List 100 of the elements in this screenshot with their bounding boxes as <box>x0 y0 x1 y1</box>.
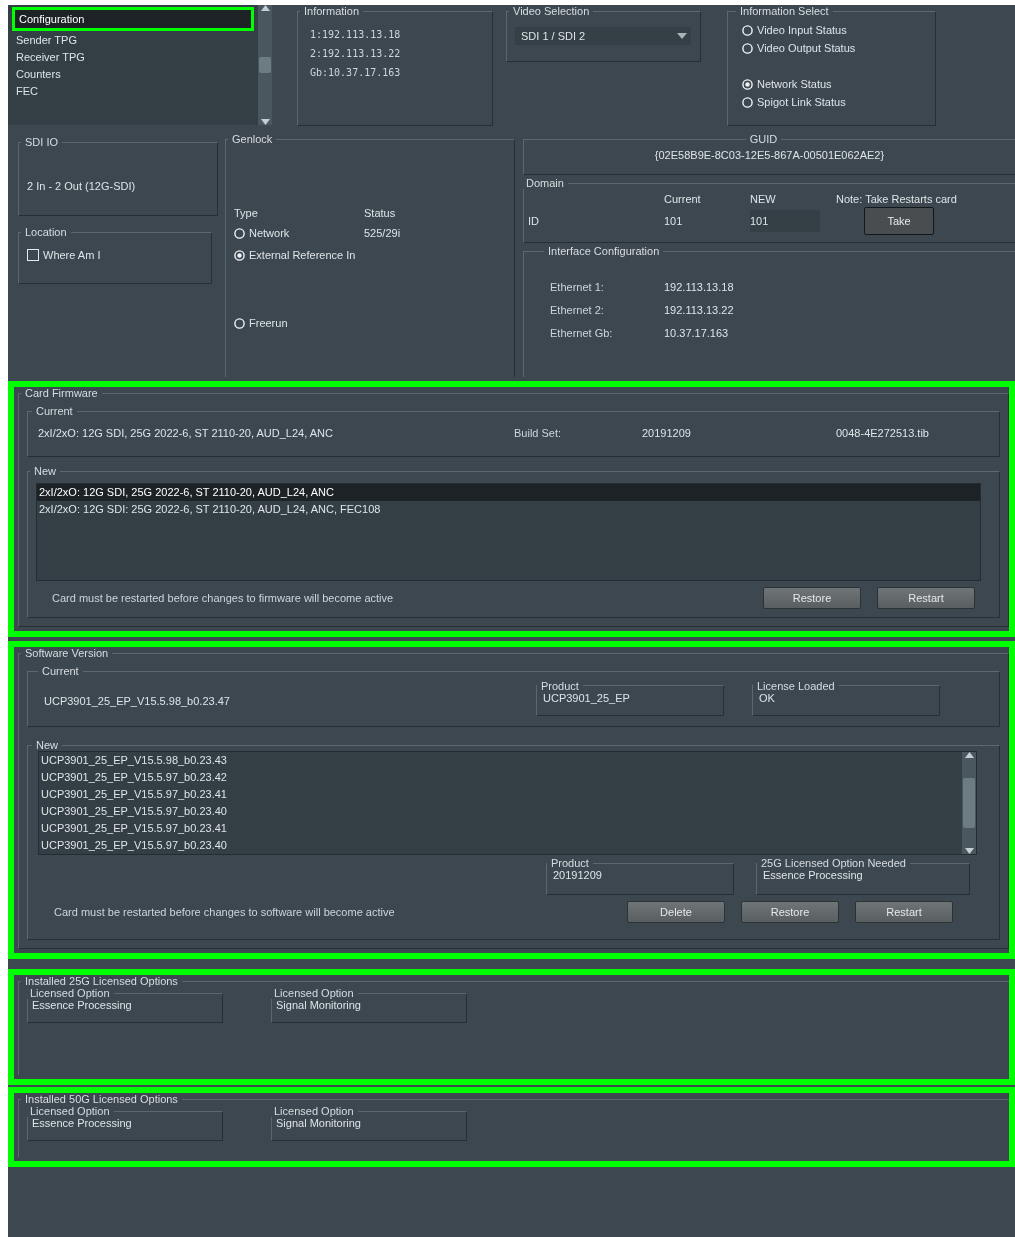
firmware-option[interactable]: 2xI/2xO: 12G SDI, 25G 2022-6, ST 2110-20, AUD_L24, ANC <box>37 484 980 501</box>
option-value: Essence Processing <box>763 869 863 881</box>
radio-label: External Reference In <box>249 249 356 261</box>
licensed-option-value: Signal Monitoring <box>276 1117 361 1129</box>
radio-button[interactable] <box>234 249 245 261</box>
software-option[interactable]: UCP3901_25_EP_V15.5.98_b0.23.43 <box>39 752 962 769</box>
nav-item[interactable]: Receiver TPG <box>12 50 254 67</box>
license-value: OK <box>759 691 775 704</box>
info-line: 1:192.113.13.18 <box>310 29 402 40</box>
section-title: Card Firmware <box>24 387 99 399</box>
build-set-label: Build Set: <box>514 427 563 439</box>
checkbox-label: Where Am I <box>43 249 101 261</box>
action-button[interactable]: Restart <box>877 587 975 609</box>
radio-button[interactable] <box>742 42 753 54</box>
panel-title: Domain <box>525 177 565 189</box>
radio-button[interactable] <box>742 78 753 90</box>
software-current-version: UCP3901_25_EP_V15.5.98_b0.23.47 <box>44 694 231 707</box>
field-title: Licensed Option <box>29 1105 111 1117</box>
nav-item[interactable]: Configuration <box>12 7 254 31</box>
take-button[interactable]: Take <box>864 207 934 235</box>
current-id: 101 <box>664 215 684 227</box>
nav-item[interactable]: Counters <box>12 67 254 84</box>
column-header: Current <box>664 193 702 205</box>
field-title: 25G Licensed Option Needed <box>760 857 907 869</box>
firmware-description: 2xI/2xO: 12G SDI, 25G 2022-6, ST 2110-20, AUD_L24, ANC <box>38 427 334 439</box>
nav-item[interactable]: FEC <box>12 84 254 101</box>
software-option[interactable]: UCP3901_25_EP_V15.5.97_b0.23.41 <box>39 820 962 837</box>
scroll-down-icon[interactable] <box>260 119 270 125</box>
field-title: Licensed Option <box>273 987 355 999</box>
field-title: Licensed Option <box>273 1105 355 1117</box>
radio-label: Video Output Status <box>757 42 856 54</box>
software-option[interactable]: UCP3901_25_EP_V15.5.97_b0.23.41 <box>39 786 962 803</box>
guid-value: {02E58B9E-8C03-12E5-867A-00501E062AE2} <box>654 149 885 161</box>
interface-label: Ethernet Gb: <box>550 326 614 339</box>
radio-label: Spigot Link Status <box>757 96 846 108</box>
section-title: Installed 50G Licensed Options <box>24 1093 179 1105</box>
interface-label: Ethernet 2: <box>550 303 605 316</box>
panel-title: Video Selection <box>512 5 591 17</box>
dropdown-caret-icon <box>677 33 687 39</box>
panel-title: SDI IO <box>24 136 59 148</box>
interface-label: Ethernet 1: <box>550 280 605 293</box>
product-value: 20191209 <box>553 869 602 881</box>
info-line: Gb:10.37.17.163 <box>310 67 402 78</box>
panel-title: New <box>33 465 57 477</box>
sdi-io-value: 2 In - 2 Out (12G-SDI) <box>27 180 136 192</box>
info-line: 2:192.113.13.22 <box>310 48 402 59</box>
panel-title: GUID <box>748 133 779 145</box>
video-dropdown[interactable]: SDI 1 / SDI 2 <box>515 27 691 45</box>
radio-label: Freerun <box>249 317 288 329</box>
software-option[interactable]: UCP3901_25_EP_V15.5.97_b0.23.42 <box>39 769 962 786</box>
action-button[interactable]: Restore <box>763 587 861 609</box>
radio-button[interactable] <box>234 227 245 239</box>
restart-note: Card must be restarted before changes to software will become active <box>54 906 395 918</box>
radio-label: Video Input Status <box>757 24 847 36</box>
licensed-option-value: Essence Processing <box>32 999 132 1011</box>
scroll-down-icon[interactable] <box>964 848 974 854</box>
action-button[interactable]: Delete <box>627 901 725 923</box>
radio-button[interactable] <box>742 96 753 108</box>
section-title: Installed 25G Licensed Options <box>24 975 179 987</box>
action-button[interactable]: Restore <box>741 901 839 923</box>
software-option[interactable]: UCP3901_25_EP_V15.5.97_b0.23.40 <box>39 837 962 854</box>
column-header: Status <box>364 207 397 219</box>
panel-title: Location <box>24 226 68 238</box>
checkbox[interactable] <box>27 249 39 261</box>
field-title: License Loaded <box>756 679 836 692</box>
column-header: Type <box>234 207 259 219</box>
field-title: Product <box>540 679 580 692</box>
status-value: 525/29i <box>364 227 401 239</box>
interface-address: 192.113.13.18 <box>664 280 734 293</box>
interface-address: 10.37.17.163 <box>664 326 729 339</box>
panel-title: Genlock <box>231 133 274 145</box>
domain-note: Note: Take Restarts card <box>836 193 958 205</box>
panel-title: New <box>35 739 59 751</box>
panel-title: Current <box>41 665 80 677</box>
radio-label: Network Status <box>757 78 832 90</box>
licensed-option-value: Essence Processing <box>32 1117 132 1129</box>
radio-button[interactable] <box>234 317 245 329</box>
product-value: UCP3901_25_EP <box>543 691 630 704</box>
firmware-option[interactable]: 2xI/2xO: 12G SDI: 25G 2022-6, ST 2110-20, AUD_L24, ANC, FEC108 <box>37 501 980 518</box>
build-set-value: 20191209 <box>642 427 692 439</box>
field-title: Product <box>550 857 590 869</box>
field-title: Licensed Option <box>29 987 111 999</box>
licensed-option-value: Signal Monitoring <box>276 999 361 1011</box>
scroll-up-icon[interactable] <box>964 752 974 758</box>
panel-title: Information <box>303 5 361 17</box>
row-label: ID <box>528 215 540 227</box>
new-id-field[interactable]: 101 <box>750 210 820 232</box>
panel-title: Information Select <box>739 5 830 17</box>
scroll-thumb[interactable] <box>963 778 975 828</box>
nav-item[interactable]: Sender TPG <box>12 33 254 50</box>
interface-address: 192.113.13.22 <box>664 303 734 316</box>
firmware-file: 0048-4E272513.tib <box>836 427 930 439</box>
column-header: NEW <box>750 193 777 205</box>
radio-button[interactable] <box>742 24 753 36</box>
scroll-thumb[interactable] <box>259 57 271 73</box>
panel-title: Current <box>35 405 74 417</box>
action-button[interactable]: Restart <box>855 901 953 923</box>
scroll-up-icon[interactable] <box>260 5 270 11</box>
section-title: Software Version <box>24 647 110 659</box>
software-option[interactable]: UCP3901_25_EP_V15.5.97_b0.23.40 <box>39 803 962 820</box>
